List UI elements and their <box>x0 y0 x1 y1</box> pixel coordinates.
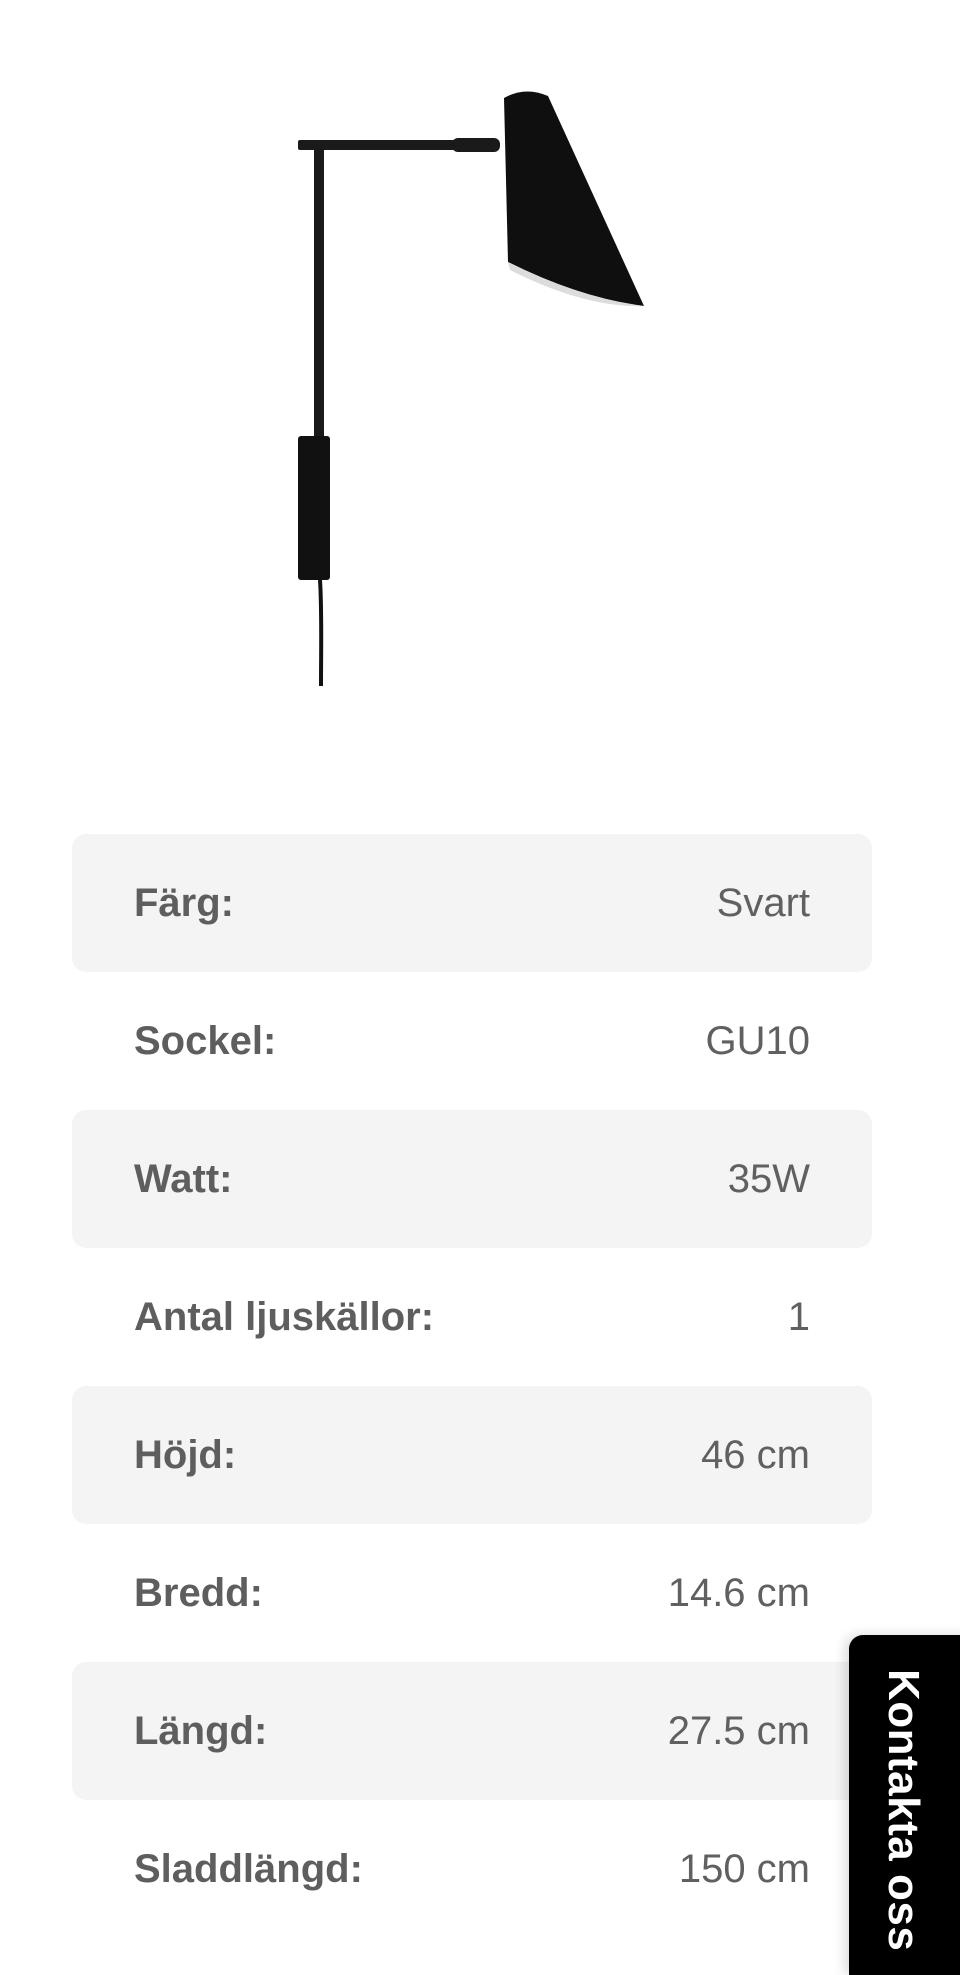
spec-label: Längd: <box>134 1708 268 1753</box>
spec-value: Svart <box>716 880 810 925</box>
spec-label: Watt: <box>134 1156 233 1201</box>
spec-row-cord-length: Sladdlängd: 150 cm <box>72 1800 872 1938</box>
product-image <box>0 0 960 760</box>
spec-value: 46 cm <box>701 1432 810 1477</box>
spec-label: Sladdlängd: <box>134 1846 363 1891</box>
spec-label: Antal ljuskällor: <box>134 1294 435 1339</box>
spec-value: 27.5 cm <box>667 1708 810 1753</box>
spec-value: 1 <box>787 1294 810 1339</box>
wall-lamp-image <box>298 91 644 687</box>
spec-label: Färg: <box>134 880 234 925</box>
spec-row-socket: Sockel: GU10 <box>72 972 872 1110</box>
spec-label: Höjd: <box>134 1432 237 1477</box>
spec-value: 150 cm <box>678 1846 810 1891</box>
spec-row-color: Färg: Svart <box>72 834 872 972</box>
spec-value: 35W <box>727 1156 810 1201</box>
contact-button-label: Kontakta oss <box>879 1669 928 1952</box>
spec-row-watt: Watt: 35W <box>72 1110 872 1248</box>
spec-row-length: Längd: 27.5 cm <box>72 1662 872 1800</box>
spec-label: Sockel: <box>134 1018 277 1063</box>
spec-value: 14.6 cm <box>667 1570 810 1615</box>
contact-button[interactable]: Kontakta oss <box>849 1635 960 1975</box>
spec-label: Bredd: <box>134 1570 263 1615</box>
spec-row-height: Höjd: 46 cm <box>72 1386 872 1524</box>
spec-row-light-sources: Antal ljuskällor: 1 <box>72 1248 872 1386</box>
spec-value: GU10 <box>705 1018 811 1063</box>
specs-table: Färg: Svart Sockel: GU10 Watt: 35W Antal… <box>72 834 872 1938</box>
spec-row-width: Bredd: 14.6 cm <box>72 1524 872 1662</box>
